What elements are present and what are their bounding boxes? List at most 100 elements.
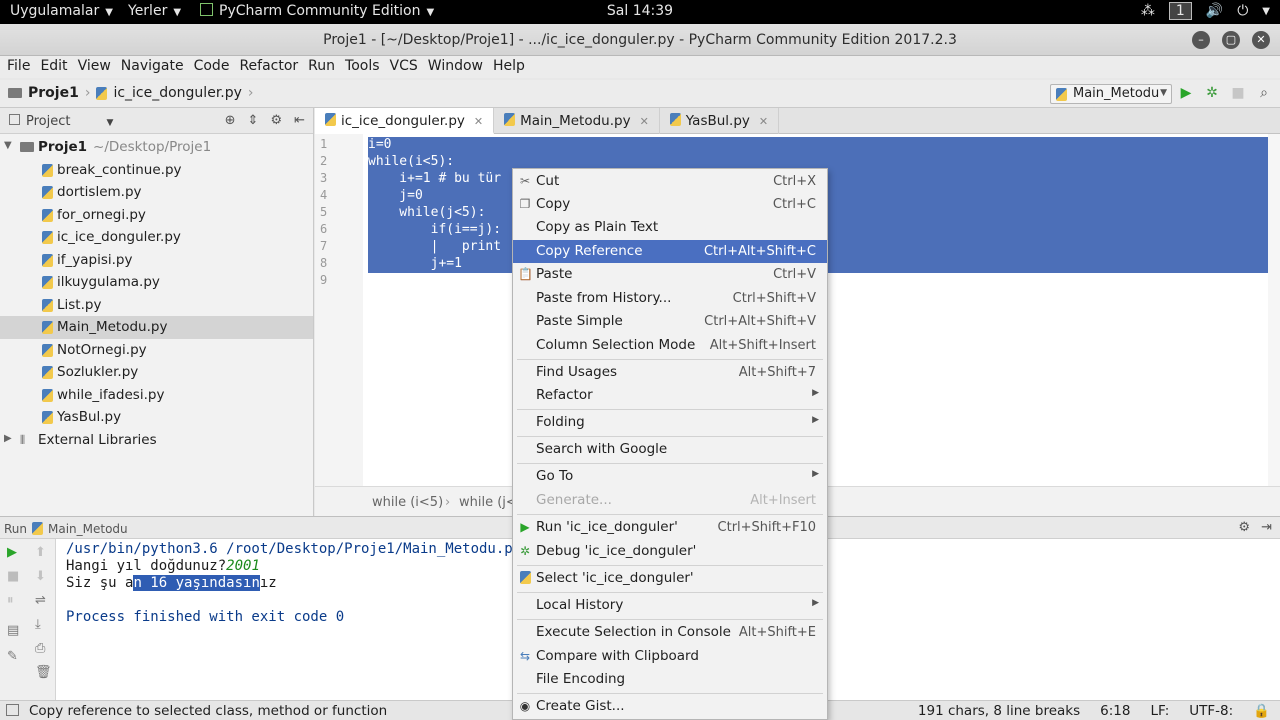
menu-item-refactor[interactable]: Refactor ▶ [513, 384, 827, 407]
menu-item-file-encoding[interactable]: File Encoding [513, 668, 827, 691]
tree-item-file[interactable]: for_ornegi.py [0, 204, 313, 227]
tree-item-file[interactable]: if_yapisi.py [0, 249, 313, 272]
menu-item-cut[interactable]: ✂ Cut Ctrl+X [513, 170, 827, 193]
menu-edit[interactable]: Edit [39, 56, 72, 78]
menu-refactor[interactable]: Refactor [238, 56, 303, 78]
collapsed-arrow-icon[interactable]: ▶ [4, 433, 12, 444]
gear-icon[interactable]: ⚙ [1238, 520, 1250, 535]
print-icon[interactable]: ⎙ [35, 641, 45, 656]
tree-item-file[interactable]: break_continue.py [0, 159, 313, 182]
menu-item-find-usages[interactable]: Find Usages Alt+Shift+7 [513, 361, 827, 384]
collapse-all-icon[interactable]: ⇕ [248, 113, 259, 128]
gear-icon[interactable]: ⚙ [270, 113, 282, 128]
tool-windows-icon[interactable] [6, 704, 19, 716]
menu-item-folding[interactable]: Folding ▶ [513, 411, 827, 434]
volume-icon[interactable]: 🔊 [1206, 3, 1223, 19]
search-icon[interactable]: ⌕ [1256, 85, 1272, 101]
tab-ic-ice-donguler[interactable]: ic_ice_donguler.py ✕ [315, 108, 495, 134]
breadcrumb-file[interactable]: ic_ice_donguler.py [113, 85, 241, 101]
menu-tools[interactable]: Tools [344, 56, 385, 78]
close-button[interactable]: ✕ [1252, 31, 1270, 49]
menu-item-copy-reference[interactable]: Copy Reference Ctrl+Alt+Shift+C [513, 240, 827, 263]
caret-down-icon[interactable]: ▼ [1262, 6, 1270, 17]
menu-item-debug[interactable]: ✲ Debug 'ic_ice_donguler' [513, 540, 827, 563]
trash-icon[interactable]: 🗑 [35, 665, 52, 680]
breadcrumb-project[interactable]: Proje1 [28, 85, 79, 101]
hide-panel-icon[interactable]: ⇥ [1261, 520, 1272, 535]
expanded-arrow-icon[interactable]: ▼ [4, 140, 12, 151]
scroll-from-source-icon[interactable]: ⊕ [225, 113, 236, 128]
tree-item-file-selected[interactable]: Main_Metodu.py [0, 316, 313, 339]
project-view-select[interactable]: Project ▼ [26, 114, 113, 129]
tree-item-external-libraries[interactable]: ▶ ⫴ External Libraries [0, 429, 313, 452]
menu-view[interactable]: View [77, 56, 116, 78]
workspace-indicator[interactable]: 1 [1168, 2, 1192, 20]
lock-icon[interactable]: 🔒 [1253, 703, 1270, 719]
close-icon[interactable]: ✕ [759, 115, 768, 128]
line-separator[interactable]: LF: [1150, 703, 1169, 719]
pin-icon[interactable]: ✎ [7, 649, 18, 664]
stop-icon[interactable]: ■ [1230, 85, 1246, 101]
menu-file[interactable]: File [6, 56, 35, 78]
network-icon[interactable]: ⁂ [1141, 3, 1155, 19]
scroll-to-end-icon[interactable]: ⤓ [35, 617, 41, 632]
menu-item-copy-plain-text[interactable]: Copy as Plain Text [513, 216, 827, 239]
tree-item-file[interactable]: NotOrnegi.py [0, 339, 313, 362]
menu-item-search-with-google[interactable]: Search with Google [513, 438, 827, 461]
menu-help[interactable]: Help [492, 56, 530, 78]
editor-scrollbar[interactable] [1268, 134, 1280, 486]
file-encoding[interactable]: UTF-8: [1189, 703, 1233, 719]
menu-item-create-gist[interactable]: ◉ Create Gist... [513, 695, 827, 718]
menu-vcs[interactable]: VCS [389, 56, 423, 78]
tab-main-metodu[interactable]: Main_Metodu.py ✕ [494, 108, 660, 134]
tree-item-label: dortislem.py [57, 184, 142, 200]
menu-item-run[interactable]: ▶ Run 'ic_ice_donguler' Ctrl+Shift+F10 [513, 516, 827, 539]
tree-root-project[interactable]: ▼ Proje1 ~/Desktop/Proje1 [0, 136, 313, 159]
tree-item-file[interactable]: dortislem.py [0, 181, 313, 204]
down-arrow-icon[interactable]: ⬇ [35, 569, 46, 584]
minimize-button[interactable]: – [1192, 31, 1210, 49]
up-arrow-icon[interactable]: ⬆ [35, 545, 46, 560]
pause-icon[interactable]: ⏸ [7, 593, 14, 608]
menu-item-paste-simple[interactable]: Paste Simple Ctrl+Alt+Shift+V [513, 310, 827, 333]
menu-window[interactable]: Window [427, 56, 488, 78]
run-configuration-select[interactable]: Main_Metodu ▼ [1050, 84, 1172, 104]
tree-item-file[interactable]: YasBul.py [0, 406, 313, 429]
breadcrumb-item[interactable]: while (i<5) [372, 495, 443, 510]
rerun-icon[interactable]: ▶ [7, 545, 17, 560]
menu-navigate[interactable]: Navigate [120, 56, 189, 78]
menu-code[interactable]: Code [193, 56, 235, 78]
layout-icon[interactable]: ▤ [7, 623, 19, 638]
menu-item-local-history[interactable]: Local History ▶ [513, 594, 827, 617]
tree-item-file[interactable]: Sozlukler.py [0, 361, 313, 384]
close-icon[interactable]: ✕ [640, 115, 649, 128]
run-icon[interactable]: ▶ [1178, 85, 1194, 101]
menu-run[interactable]: Run [307, 56, 340, 78]
tab-yasbul[interactable]: YasBul.py ✕ [660, 108, 780, 134]
hide-panel-icon[interactable]: ⇤ [294, 113, 305, 128]
soft-wrap-icon[interactable]: ⇌ [35, 593, 46, 608]
breadcrumb-item[interactable]: while (j< [459, 495, 517, 510]
menu-item-select[interactable]: Select 'ic_ice_donguler' [513, 567, 827, 590]
run-tab-main-metodu[interactable]: Main_Metodu [48, 522, 128, 536]
menu-item-copy[interactable]: ❐ Copy Ctrl+C [513, 193, 827, 216]
menu-item-paste-from-history[interactable]: Paste from History... Ctrl+Shift+V [513, 287, 827, 310]
tree-item-file[interactable]: while_ifadesi.py [0, 384, 313, 407]
menu-item-go-to[interactable]: Go To ▶ [513, 465, 827, 488]
tree-item-file[interactable]: List.py [0, 294, 313, 317]
menu-item-compare-clipboard[interactable]: ⇆ Compare with Clipboard [513, 645, 827, 668]
debug-icon[interactable]: ✲ [1204, 85, 1220, 101]
caret-position[interactable]: 6:18 [1100, 703, 1130, 719]
code-line: i=0 [368, 137, 392, 152]
tree-item-file[interactable]: ic_ice_donguler.py [0, 226, 313, 249]
line-number-gutter: 1 2 3 4 5 6 7 8 9 [315, 134, 363, 486]
menu-item-execute-selection[interactable]: Execute Selection in Console Alt+Shift+E [513, 621, 827, 644]
stop-icon[interactable]: ■ [7, 569, 19, 584]
maximize-button[interactable]: ▢ [1222, 31, 1240, 49]
power-icon[interactable]: ⏻ [1237, 3, 1248, 19]
close-icon[interactable]: ✕ [474, 115, 483, 128]
tree-item-file[interactable]: ilkuygulama.py [0, 271, 313, 294]
menu-item-paste[interactable]: 📋 Paste Ctrl+V [513, 263, 827, 286]
clock[interactable]: Sal 14:39 [0, 3, 1280, 19]
menu-item-column-selection-mode[interactable]: Column Selection Mode Alt+Shift+Insert [513, 334, 827, 357]
